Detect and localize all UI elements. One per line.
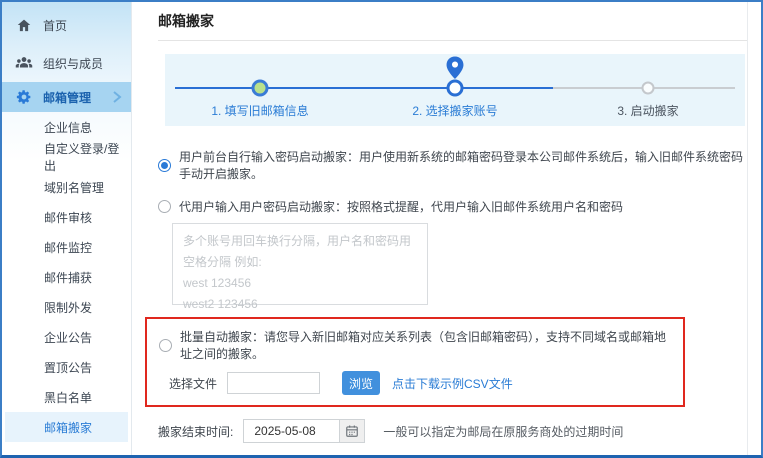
step-1-label: 1. 填写旧邮箱信息 [211, 102, 308, 119]
file-path-input[interactable] [227, 372, 320, 394]
option-proxy-password-migration[interactable]: 代用户输入用户密码启动搬家：按照格式提醒，代用户输入旧邮件系统用户名和密码 [158, 198, 747, 215]
option-self-service-text: 用户前台自行输入密码启动搬家：用户使用新系统的邮箱密码登录本公司邮件系统后，输入… [179, 148, 747, 182]
content-right-divider [747, 2, 748, 455]
sidebar-item-outgoing-limit[interactable]: 限制外发 [2, 292, 131, 322]
sidebar-item-label: 首页 [43, 17, 67, 34]
chevron-right-icon [111, 90, 123, 104]
admin-console-window: 首页 组织与成员 邮箱管理 企业信息 自定义登录/登出 域别名管理 邮件审核 邮… [0, 0, 763, 458]
option-batch-text: 批量自动搬家：请您导入新旧邮箱对应关系列表（包含旧邮箱密码），支持不同域名或邮箱… [180, 328, 673, 362]
sidebar-item-home[interactable]: 首页 [2, 6, 131, 44]
accounts-placeholder-line: 多个账号用回车换行分隔，用户名和密码用空格分隔 例如: [183, 231, 417, 273]
batch-migration-highlight-box: 批量自动搬家：请您导入新旧邮箱对应关系列表（包含旧邮箱密码），支持不同域名或邮箱… [145, 317, 685, 407]
sidebar-item-label: 邮箱管理 [43, 89, 91, 106]
accounts-placeholder-line: west 123456 [183, 273, 417, 294]
page-title: 邮箱搬家 [158, 11, 747, 31]
home-icon [15, 17, 33, 33]
main-content: 邮箱搬家 1. 填写旧邮箱信息 2. 选择搬家账号 3. 启动搬家 用户前台自行… [132, 2, 761, 455]
calendar-icon[interactable] [339, 420, 364, 442]
file-picker-row: 选择文件 浏览 点击下载示例CSV文件 [169, 371, 673, 395]
end-time-input[interactable]: 2025-05-08 [243, 419, 365, 443]
sidebar-item-company-announcement[interactable]: 企业公告 [2, 322, 131, 352]
option-batch-auto-migration[interactable]: 批量自动搬家：请您导入新旧邮箱对应关系列表（包含旧邮箱密码），支持不同域名或邮箱… [159, 328, 673, 362]
gear-icon [15, 89, 33, 105]
sidebar-item-mail-review[interactable]: 邮件审核 [2, 202, 131, 232]
end-time-value[interactable]: 2025-05-08 [244, 420, 339, 442]
browse-button[interactable]: 浏览 [342, 371, 380, 395]
download-sample-csv-link[interactable]: 点击下载示例CSV文件 [392, 375, 513, 392]
step-1-dot [252, 80, 269, 97]
sidebar-item-mail-capture[interactable]: 邮件捕获 [2, 262, 131, 292]
end-time-row: 搬家结束时间: 2025-05-08 一般可以指定为邮局在原服务商处的过期时间 [158, 419, 747, 443]
radio-selected-icon[interactable] [158, 159, 171, 172]
users-icon [15, 55, 33, 71]
step-3-dot [642, 82, 655, 95]
accounts-textarea[interactable]: 多个账号用回车换行分隔，用户名和密码用空格分隔 例如: west 123456 … [172, 223, 428, 305]
sidebar-item-custom-login-logout[interactable]: 自定义登录/登出 [2, 142, 131, 172]
option-proxy-text: 代用户输入用户密码启动搬家：按照格式提醒，代用户输入旧邮件系统用户名和密码 [179, 198, 623, 215]
file-picker-label: 选择文件 [169, 375, 217, 392]
migration-stepper: 1. 填写旧邮箱信息 2. 选择搬家账号 3. 启动搬家 [165, 54, 745, 126]
title-divider [158, 40, 747, 41]
sidebar-item-enterprise-info[interactable]: 企业信息 [2, 112, 131, 142]
location-pin-icon [444, 56, 466, 83]
sidebar-item-mail-monitor[interactable]: 邮件监控 [2, 232, 131, 262]
step-2-label: 2. 选择搬家账号 [412, 102, 497, 119]
stepper-track-completed [175, 87, 553, 89]
sidebar-item-org-members[interactable]: 组织与成员 [2, 44, 131, 82]
accounts-placeholder-line: west2 123456 [183, 294, 417, 315]
sidebar-item-mailbox-migration[interactable]: 邮箱搬家 [5, 412, 128, 442]
sidebar-item-black-white-list[interactable]: 黑白名单 [2, 382, 131, 412]
end-time-hint: 一般可以指定为邮局在原服务商处的过期时间 [383, 423, 623, 440]
sidebar-item-pinned-announcement[interactable]: 置顶公告 [2, 352, 131, 382]
sidebar-nav: 首页 组织与成员 邮箱管理 企业信息 自定义登录/登出 域别名管理 邮件审核 邮… [2, 2, 132, 455]
radio-unselected-icon[interactable] [159, 339, 172, 352]
sidebar-item-label: 组织与成员 [43, 55, 103, 72]
end-time-label: 搬家结束时间: [158, 423, 233, 440]
radio-unselected-icon[interactable] [158, 200, 171, 213]
step-3-label: 3. 启动搬家 [617, 102, 678, 119]
sidebar-item-domain-alias[interactable]: 域别名管理 [2, 172, 131, 202]
option-self-service-migration[interactable]: 用户前台自行输入密码启动搬家：用户使用新系统的邮箱密码登录本公司邮件系统后，输入… [158, 148, 747, 182]
sidebar-item-mailbox-management[interactable]: 邮箱管理 [2, 82, 131, 112]
